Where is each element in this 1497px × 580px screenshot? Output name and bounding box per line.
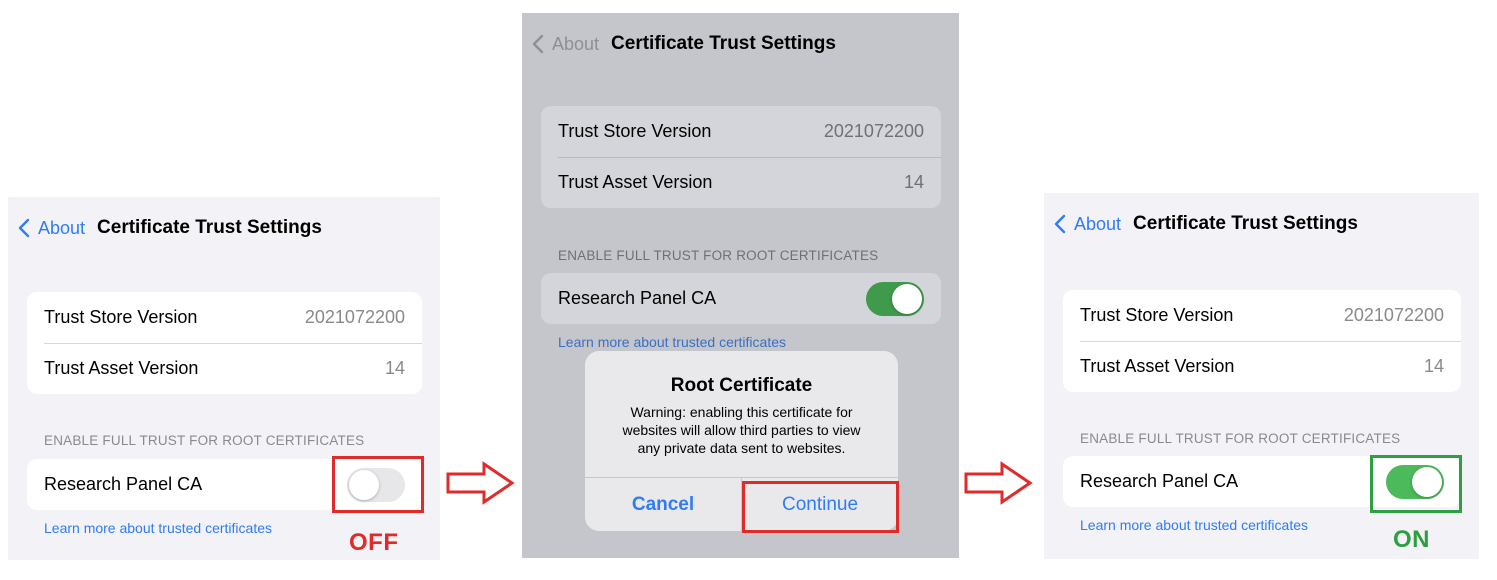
on-label: ON [1393, 526, 1430, 553]
trust-store-version-row: Trust Store Version 2021072200 [27, 292, 422, 343]
cert-label: Research Panel CA [1080, 471, 1239, 491]
root-cert-group: Research Panel CA [541, 273, 941, 324]
alert-title: Root Certificate [670, 375, 813, 396]
row-value: 14 [384, 358, 405, 378]
toggle-knob [892, 283, 922, 314]
trust-store-version-row: Trust Store Version 2021072200 [1063, 290, 1461, 341]
cert-row-research-panel-ca: Research Panel CA [541, 273, 941, 324]
chevron-left-icon [532, 34, 544, 54]
cert-label: Research Panel CA [44, 474, 203, 494]
section-header: ENABLE FULL TRUST FOR ROOT CERTIFICATES [44, 433, 365, 448]
nav-bar: About Certificate Trust Settings [1054, 211, 1358, 237]
row-label: Trust Store Version [44, 307, 198, 327]
back-label: About [38, 217, 86, 238]
chevron-left-icon [1054, 214, 1066, 234]
alert-message: Warning: enabling this certificate for w… [622, 404, 861, 456]
row-value: 2021072200 [304, 307, 405, 327]
trust-asset-version-row: Trust Asset Version 14 [1063, 341, 1461, 392]
section-header: ENABLE FULL TRUST FOR ROOT CERTIFICATES [558, 248, 879, 263]
screen-alert: About Certificate Trust Settings Trust S… [522, 13, 959, 558]
learn-more-link[interactable]: Learn more about trusted certificates [1080, 517, 1308, 533]
learn-more-link[interactable]: Learn more about trusted certificates [44, 520, 272, 536]
on-toggle-highlight [1370, 455, 1462, 513]
trust-toggle[interactable] [866, 281, 924, 316]
arrow-right-icon [964, 461, 1033, 505]
row-label: Trust Store Version [558, 121, 712, 141]
row-label: Trust Asset Version [44, 358, 199, 378]
trust-asset-version-row: Trust Asset Version 14 [27, 343, 422, 394]
back-button[interactable]: About [18, 218, 85, 239]
learn-more-link[interactable]: Learn more about trusted certificates [558, 334, 786, 350]
off-toggle-highlight [332, 456, 424, 513]
page-title: Certificate Trust Settings [97, 217, 322, 238]
back-label: About [1074, 213, 1122, 234]
row-value: 2021072200 [1343, 305, 1444, 325]
row-label: Trust Asset Version [558, 172, 713, 192]
row-label: Trust Store Version [1080, 305, 1234, 325]
cert-label: Research Panel CA [558, 288, 717, 308]
cancel-button[interactable]: Cancel [585, 478, 742, 531]
back-label: About [552, 33, 600, 54]
arrow-right-icon [446, 461, 515, 505]
section-header: ENABLE FULL TRUST FOR ROOT CERTIFICATES [1080, 431, 1401, 446]
version-info-group: Trust Store Version 2021072200 Trust Ass… [27, 292, 422, 394]
page-title: Certificate Trust Settings [1133, 213, 1358, 234]
off-label: OFF [349, 529, 399, 556]
continue-highlight [742, 481, 899, 533]
back-button[interactable]: About [1054, 214, 1121, 235]
nav-bar: About Certificate Trust Settings [18, 215, 322, 241]
row-label: Trust Asset Version [1080, 356, 1235, 376]
trust-store-version-row: Trust Store Version 2021072200 [541, 106, 941, 157]
row-value: 14 [903, 172, 924, 192]
page-title: Certificate Trust Settings [611, 33, 836, 54]
trust-asset-version-row: Trust Asset Version 14 [541, 157, 941, 208]
row-value: 14 [1423, 356, 1444, 376]
version-info-group: Trust Store Version 2021072200 Trust Ass… [1063, 290, 1461, 392]
nav-bar: About Certificate Trust Settings [532, 31, 836, 57]
row-value: 2021072200 [823, 121, 924, 141]
chevron-left-icon [18, 218, 30, 238]
back-button[interactable]: About [532, 34, 599, 55]
version-info-group: Trust Store Version 2021072200 Trust Ass… [541, 106, 941, 208]
